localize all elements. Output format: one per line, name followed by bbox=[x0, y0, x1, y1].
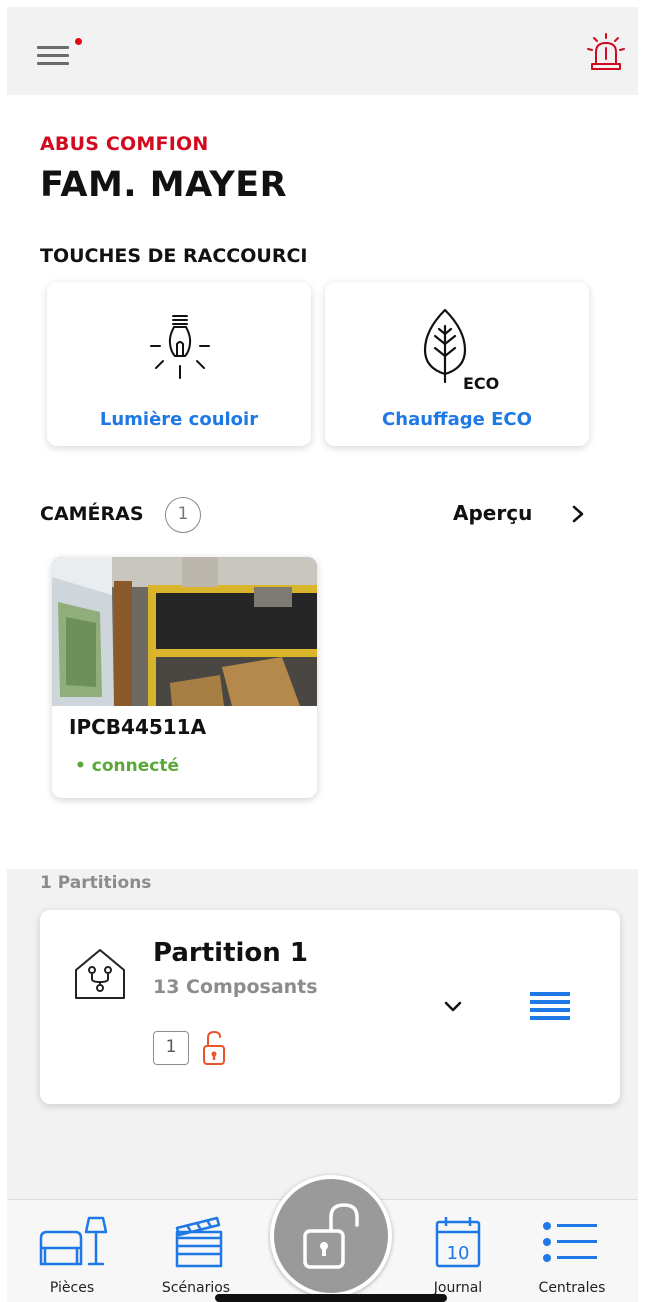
unlocked-padlock-icon bbox=[303, 1203, 359, 1269]
shortcuts-title: TOUCHES DE RACCOURCI bbox=[40, 245, 308, 267]
camera-snapshot bbox=[52, 557, 317, 706]
partition-card[interactable]: Partition 1 13 Composants 1 bbox=[40, 910, 620, 1104]
menu-button[interactable] bbox=[37, 37, 83, 67]
tab-pieces[interactable]: Pièces bbox=[17, 1200, 127, 1302]
notification-dot bbox=[75, 38, 82, 45]
app-screen: ABUS COMFION FAM. MAYER TOUCHES DE RACCO… bbox=[7, 7, 638, 1302]
armchair-lamp-icon bbox=[39, 1216, 108, 1266]
camera-status: • connecté bbox=[75, 756, 180, 776]
cameras-overview-link[interactable]: Aperçu bbox=[453, 501, 532, 525]
camera-name: IPCB44511A bbox=[69, 715, 207, 739]
svg-text:ECO: ECO bbox=[463, 374, 499, 393]
partition-subtitle: 13 Composants bbox=[153, 976, 318, 998]
arm-disarm-button[interactable] bbox=[270, 1175, 392, 1297]
list-icon bbox=[543, 1222, 597, 1262]
eco-leaf-icon: ECO bbox=[423, 308, 499, 393]
clapperboard-icon bbox=[175, 1216, 223, 1268]
alarm-button[interactable] bbox=[585, 31, 627, 73]
shortcut-label: Lumière couloir bbox=[99, 409, 259, 430]
chevron-down-icon[interactable] bbox=[442, 998, 464, 1014]
chevron-right-icon[interactable] bbox=[569, 503, 587, 525]
partition-name: Partition 1 bbox=[153, 938, 308, 968]
light-bulb-icon bbox=[150, 315, 210, 379]
cameras-count-badge: 1 bbox=[165, 497, 201, 533]
partition-badge: 1 bbox=[153, 1031, 189, 1065]
brand-title: ABUS COMFION bbox=[40, 133, 209, 155]
shortcut-heating-eco[interactable]: ECO Chauffage ECO bbox=[325, 282, 589, 446]
tab-scenarios[interactable]: Scénarios bbox=[141, 1200, 251, 1302]
unlocked-padlock-icon bbox=[203, 1030, 225, 1065]
tab-journal[interactable]: 10 Journal bbox=[403, 1200, 513, 1302]
main-content: ABUS COMFION FAM. MAYER TOUCHES DE RACCO… bbox=[7, 95, 638, 869]
camera-card[interactable]: IPCB44511A • connecté bbox=[52, 557, 317, 798]
siren-icon bbox=[587, 33, 625, 70]
tab-centrales[interactable]: Centrales bbox=[517, 1200, 627, 1302]
shortcut-label: Chauffage ECO bbox=[382, 409, 532, 430]
tab-label: Centrales bbox=[538, 1280, 606, 1296]
calendar-icon: 10 bbox=[435, 1217, 481, 1268]
list-menu-icon[interactable] bbox=[528, 990, 572, 1026]
hamburger-menu-icon bbox=[37, 46, 69, 49]
home-name: FAM. MAYER bbox=[40, 165, 288, 205]
shortcut-light-hallway[interactable]: Lumière couloir bbox=[47, 282, 311, 446]
partitions-header: 1 Partitions bbox=[40, 873, 152, 893]
tab-label: Pièces bbox=[49, 1280, 95, 1296]
top-bar bbox=[7, 7, 638, 95]
house-network-icon bbox=[75, 949, 125, 999]
svg-text:10: 10 bbox=[447, 1243, 470, 1264]
home-indicator bbox=[215, 1294, 447, 1302]
cameras-title: CAMÉRAS bbox=[40, 503, 144, 525]
